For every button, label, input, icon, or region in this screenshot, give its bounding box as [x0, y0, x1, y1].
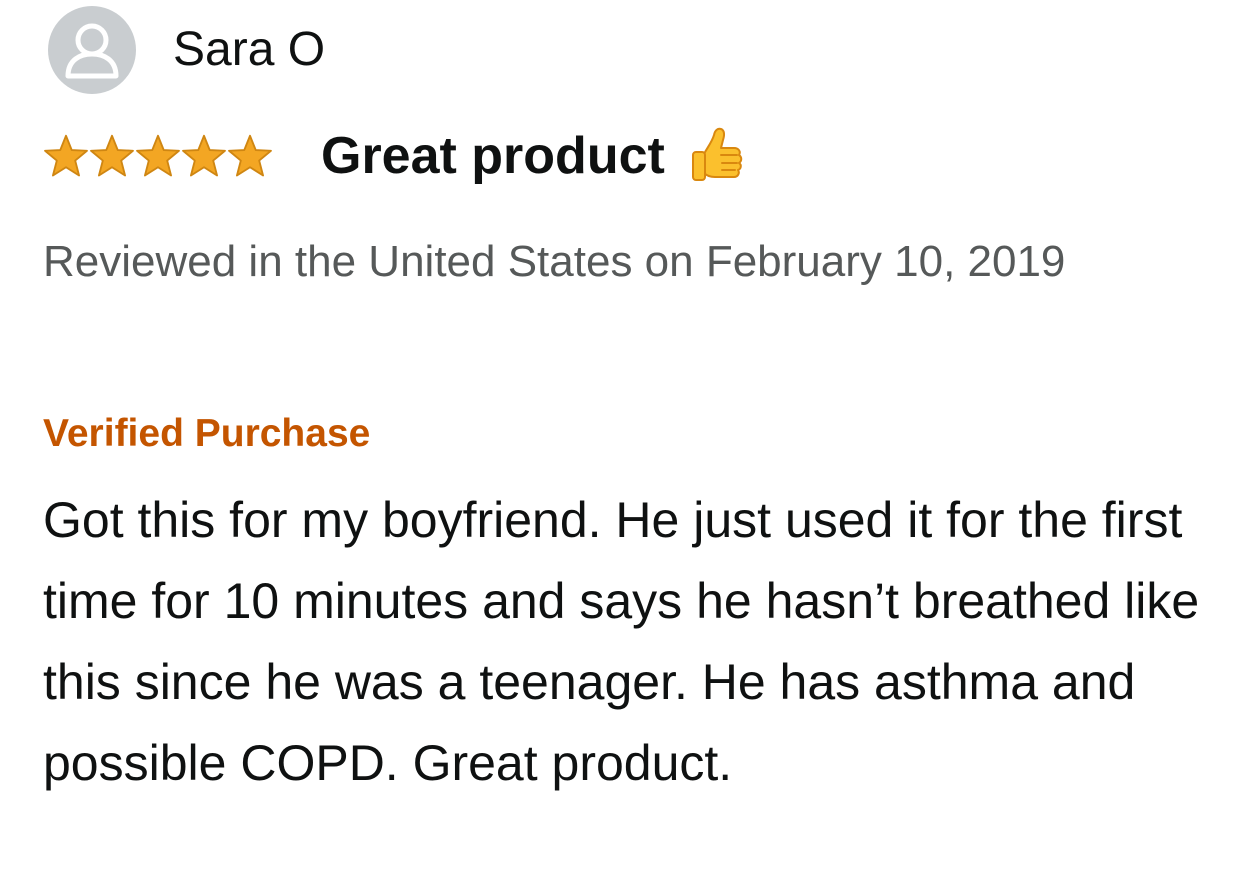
star-icon	[182, 134, 226, 177]
thumbs-up-icon	[691, 127, 743, 181]
rating-row: Great product	[43, 116, 745, 196]
reviewer-profile[interactable]: Sara O	[48, 5, 325, 95]
review-headline[interactable]: Great product	[321, 130, 665, 182]
review-body: Got this for my boyfriend. He just used …	[43, 492, 1200, 791]
reviewer-name[interactable]: Sara O	[173, 26, 325, 74]
default-user-avatar-icon	[65, 23, 119, 79]
star-icon	[44, 134, 88, 177]
star-icon	[228, 134, 272, 177]
avatar[interactable]	[48, 6, 136, 94]
star-icon	[90, 134, 134, 177]
review-date: Reviewed in the United States on Februar…	[43, 237, 1066, 286]
star-rating[interactable]	[43, 131, 273, 181]
verified-purchase-badge[interactable]: Verified Purchase	[43, 407, 370, 461]
review-card: Sara O Great product Reviewed in the Uni…	[0, 0, 1241, 885]
star-icon	[136, 134, 180, 177]
